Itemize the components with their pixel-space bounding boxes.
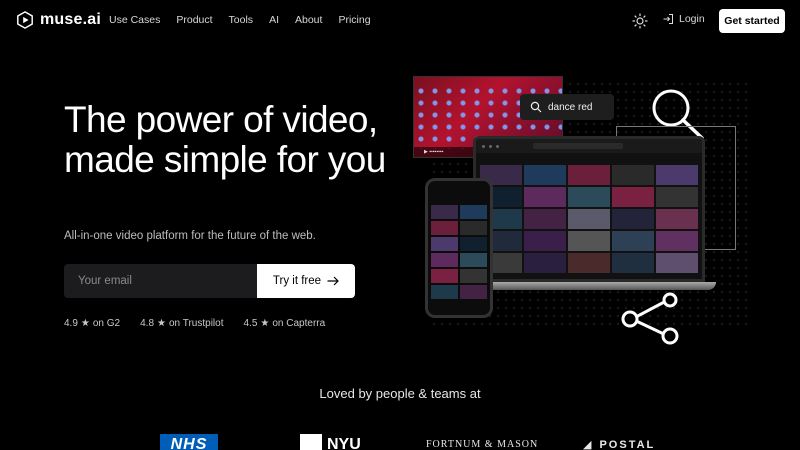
video-thumbnail [656, 253, 698, 273]
video-thumbnail [460, 237, 487, 251]
video-thumbnail [460, 269, 487, 283]
try-free-button[interactable]: Try it free [257, 264, 355, 298]
video-thumbnail [612, 253, 654, 273]
rating-score: 4.8 [140, 318, 155, 329]
logo-postal: ◢ POSTAL [583, 434, 655, 450]
login-icon [663, 14, 673, 24]
try-free-label: Try it free [272, 275, 322, 287]
video-thumbnail [431, 205, 458, 219]
hero-subtitle: All-in-one video platform for the future… [64, 230, 316, 242]
video-grid [476, 153, 702, 277]
menu-pricing[interactable]: Pricing [338, 14, 370, 26]
video-thumbnail [431, 237, 458, 251]
nyu-torch-icon [300, 434, 322, 450]
search-icon [530, 101, 542, 113]
video-thumbnail [524, 231, 566, 251]
rating-source: on G2 [92, 318, 121, 329]
video-thumbnail [524, 209, 566, 229]
logo-nhs: NHS [160, 434, 218, 450]
menu-ai[interactable]: AI [269, 14, 279, 26]
video-thumbnail [656, 231, 698, 251]
rating-source: on Trustpilot [169, 318, 224, 329]
email-input[interactable] [64, 264, 257, 298]
signup-form: Try it free [64, 264, 355, 298]
video-thumbnail [612, 231, 654, 251]
loved-by-heading: Loved by people & teams at [319, 386, 481, 401]
logo-fortnum-mason: FORTNUM & MASON [426, 439, 539, 450]
get-started-button[interactable]: Get started [719, 9, 785, 33]
rating-capterra: 4.5 ★ on Capterra [243, 318, 325, 329]
video-thumbnail [568, 187, 610, 207]
rating-score: 4.9 [64, 318, 78, 329]
video-thumbnail [524, 187, 566, 207]
video-thumbnail [612, 165, 654, 185]
hero-title: The power of video, made simple for you [64, 99, 386, 180]
laptop-screen [473, 136, 705, 282]
video-thumbnail [612, 209, 654, 229]
video-thumbnail [568, 231, 610, 251]
video-thumbnail [431, 269, 458, 283]
video-thumbnail [460, 253, 487, 267]
video-thumbnail [460, 221, 487, 235]
brand-name: muse.ai [40, 11, 101, 28]
menu-about[interactable]: About [295, 14, 322, 26]
ratings: 4.9 ★ on G2 4.8 ★ on Trustpilot 4.5 ★ on… [64, 318, 325, 329]
phone-video-grid [428, 181, 490, 302]
postal-label: POSTAL [599, 439, 656, 450]
brand-logo[interactable]: muse.ai [16, 11, 101, 29]
video-thumbnail [431, 221, 458, 235]
video-thumbnail [656, 165, 698, 185]
search-query: dance red [548, 101, 593, 113]
video-thumbnail [524, 165, 566, 185]
share-icon [621, 292, 679, 345]
main-menu: Use Cases Product Tools AI About Pricing [109, 14, 371, 26]
video-search-pill: dance red [520, 94, 614, 120]
nyu-label: NYU [327, 436, 361, 450]
laptop-toolbar [476, 139, 702, 153]
top-nav: muse.ai Use Cases Product Tools AI About… [0, 0, 800, 42]
video-thumbnail [431, 285, 458, 299]
rating-trustpilot: 4.8 ★ on Trustpilot [140, 318, 223, 329]
video-thumbnail [460, 205, 487, 219]
star-icon: ★ [260, 318, 270, 329]
rating-score: 4.5 [243, 318, 258, 329]
video-thumbnail [460, 285, 487, 299]
menu-tools[interactable]: Tools [229, 14, 254, 26]
menu-use-cases[interactable]: Use Cases [109, 14, 160, 26]
muse-play-icon [17, 11, 33, 29]
rating-source: on Capterra [272, 318, 326, 329]
video-thumbnail [656, 187, 698, 207]
star-icon: ★ [80, 318, 90, 329]
postal-mark-icon: ◢ [583, 439, 594, 450]
arrow-right-icon [327, 276, 339, 286]
video-thumbnail [524, 253, 566, 273]
video-thumbnail [431, 253, 458, 267]
menu-product[interactable]: Product [176, 14, 212, 26]
logo-nyu: NYU [300, 434, 361, 450]
video-thumbnail [568, 253, 610, 273]
video-thumbnail [612, 187, 654, 207]
star-icon: ★ [157, 318, 166, 329]
phone-mockup [425, 178, 493, 318]
login-label: Login [679, 13, 705, 25]
video-thumbnail [568, 165, 610, 185]
video-thumbnail [568, 209, 610, 229]
video-thumbnail [656, 209, 698, 229]
sun-icon[interactable] [632, 13, 648, 29]
login-link[interactable]: Login [662, 13, 705, 25]
rating-g2: 4.9 ★ on G2 [64, 318, 120, 329]
laptop-base [460, 282, 716, 290]
